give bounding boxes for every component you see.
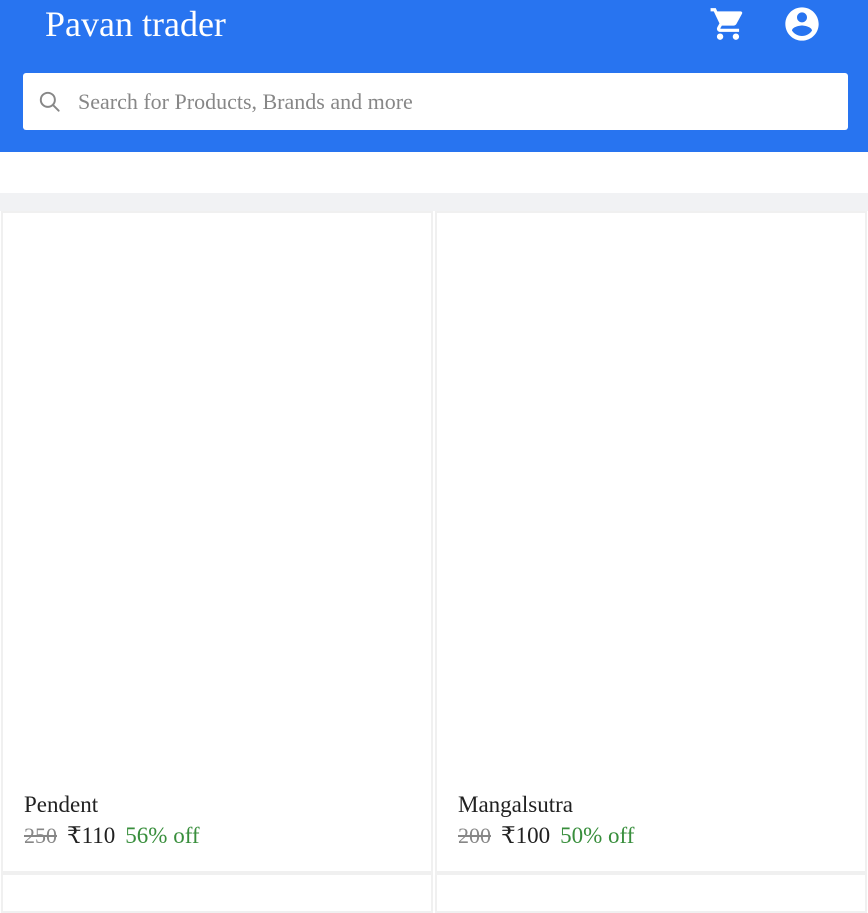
product-name: Pendent bbox=[24, 792, 99, 817]
brand-title[interactable]: Pavan trader bbox=[45, 3, 226, 45]
price-row: 250 ₹110 56% off bbox=[24, 821, 200, 851]
product-mrp: 250 bbox=[24, 823, 57, 848]
search-input[interactable] bbox=[75, 73, 835, 130]
product-price: ₹110 bbox=[67, 823, 116, 848]
product-card[interactable] bbox=[1, 873, 433, 913]
product-mrp: 200 bbox=[458, 823, 491, 848]
app-header: Pavan trader bbox=[0, 0, 868, 152]
section-divider bbox=[0, 193, 868, 211]
cart-icon bbox=[710, 8, 743, 40]
product-discount: 50% off bbox=[560, 823, 635, 848]
product-discount: 56% off bbox=[125, 823, 200, 848]
search-box bbox=[23, 73, 848, 130]
account-button[interactable] bbox=[782, 4, 822, 44]
product-card[interactable]: Pendent 250 ₹110 56% off bbox=[1, 211, 433, 873]
cart-button[interactable] bbox=[708, 4, 748, 44]
product-card[interactable]: Mangalsutra 200 ₹100 50% off bbox=[435, 211, 867, 873]
product-name: Mangalsutra bbox=[458, 792, 573, 817]
search-icon[interactable] bbox=[37, 89, 63, 115]
product-price: ₹100 bbox=[501, 823, 551, 848]
account-circle-icon bbox=[785, 7, 819, 41]
product-card[interactable] bbox=[435, 873, 867, 913]
price-row: 200 ₹100 50% off bbox=[458, 821, 634, 851]
